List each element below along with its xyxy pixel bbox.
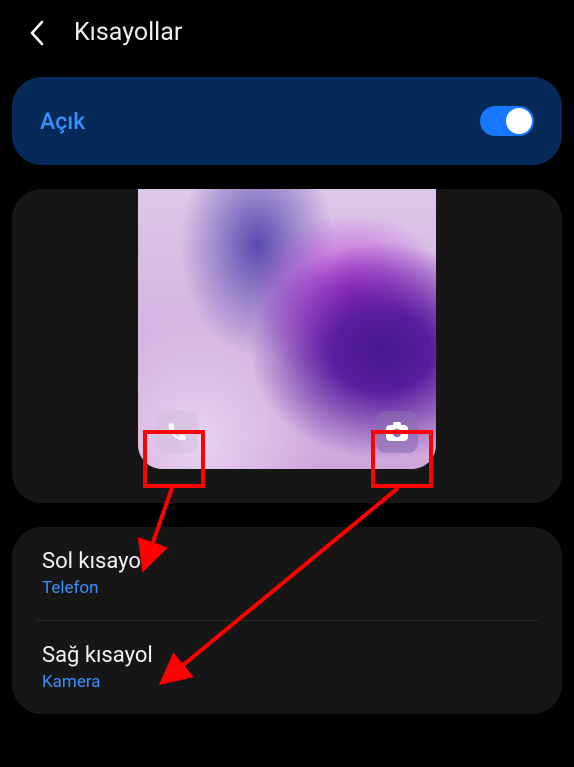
toggle-label: Açık xyxy=(40,108,85,135)
header-bar: Kısayollar xyxy=(0,0,574,69)
camera-icon xyxy=(385,422,409,442)
back-button[interactable] xyxy=(24,19,52,47)
chevron-left-icon xyxy=(28,20,48,46)
phone-icon xyxy=(166,421,188,443)
preview-right-shortcut xyxy=(376,411,418,453)
left-shortcut-title: Sol kısayol xyxy=(42,549,532,574)
right-shortcut-item[interactable]: Sağ kısayol Kamera xyxy=(36,620,538,714)
switch-knob xyxy=(506,108,532,134)
right-shortcut-title: Sağ kısayol xyxy=(42,643,532,668)
left-shortcut-item[interactable]: Sol kısayol Telefon xyxy=(36,527,538,620)
right-shortcut-value: Kamera xyxy=(42,672,532,692)
toggle-switch[interactable] xyxy=(480,106,534,136)
preview-left-shortcut xyxy=(156,411,198,453)
shortcut-options-list: Sol kısayol Telefon Sağ kısayol Kamera xyxy=(12,527,562,714)
page-title: Kısayollar xyxy=(74,18,182,47)
left-shortcut-value: Telefon xyxy=(42,578,532,598)
master-toggle-row[interactable]: Açık xyxy=(12,77,562,165)
lockscreen-preview xyxy=(138,189,436,469)
lockscreen-preview-card xyxy=(12,189,562,503)
